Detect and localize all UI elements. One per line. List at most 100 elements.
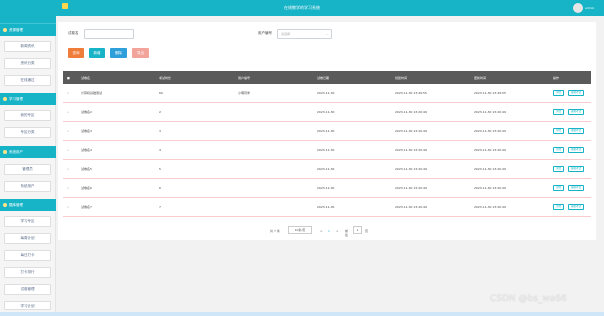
cell-duration: 2 bbox=[159, 110, 161, 114]
detail-button[interactable]: 详情 bbox=[553, 109, 564, 115]
edit-exam-button[interactable]: 编辑考试 bbox=[568, 109, 584, 115]
cell-created: 2023-11-30 13:20:49 bbox=[395, 148, 427, 152]
sidebar-item[interactable]: 每日打卡 bbox=[4, 250, 51, 261]
cell-name: 试卷名4 bbox=[81, 148, 92, 152]
row-checkbox[interactable]: ▫ bbox=[67, 148, 69, 152]
filter-name-label: 试卷名 bbox=[68, 31, 79, 35]
cell-updated: 2023-11-30 13:20:49 bbox=[474, 167, 506, 171]
cell-created: 2023-11-30 13:49:55 bbox=[395, 91, 427, 95]
cell-date: 2023-11-30 bbox=[317, 186, 335, 190]
table-row: ▫ 试卷名3 3 2023-11-30 2023-11-30 13:20:49 2023-… bbox=[63, 122, 591, 141]
cell-updated: 2023-11-30 13:20:49 bbox=[474, 129, 506, 133]
detail-button[interactable]: 详情 bbox=[553, 185, 564, 191]
sidebar-item[interactable]: 学习专区 bbox=[4, 216, 51, 227]
table-header: ■ 试卷名 考试时长 用户编号 试卷日期 创建时间 更新时间 操作 bbox=[63, 71, 591, 84]
edit-exam-button[interactable]: 编辑考试 bbox=[568, 166, 584, 172]
sidebar-item[interactable]: 系统用户 bbox=[4, 181, 51, 192]
table-row: ▫ 试卷名5 5 2023-11-30 2023-11-30 13:20:49 2023-… bbox=[63, 160, 591, 179]
bottom-scrollbar[interactable] bbox=[0, 312, 604, 316]
sidebar-item[interactable]: 管理员 bbox=[4, 164, 51, 175]
page-size-select[interactable]: 10条/页 bbox=[288, 226, 312, 234]
data-table: ■ 试卷名 考试时长 用户编号 试卷日期 创建时间 更新时间 操作 ▫ 计算机基础… bbox=[63, 71, 591, 217]
sidebar-item[interactable]: 每周计划 bbox=[4, 233, 51, 244]
sidebar: 我的桌面 资源管理 新闻资讯 资讯分类 在线通过 学习管理 我的专区 专区分类 … bbox=[0, 0, 56, 316]
row-checkbox[interactable]: ▫ bbox=[67, 205, 69, 209]
edit-exam-button[interactable]: 编辑考试 bbox=[568, 128, 584, 134]
cell-created: 2023-11-30 13:20:49 bbox=[395, 110, 427, 114]
avatar[interactable] bbox=[573, 3, 583, 13]
cell-updated: 2023-11-30 13:49:55 bbox=[474, 91, 506, 95]
detail-button[interactable]: 详情 bbox=[553, 128, 564, 134]
edit-exam-button[interactable]: 编辑考试 bbox=[568, 147, 584, 153]
table-body: ▫ 计算机基础测试 60 小明同学 2023-11-30 2023-11-30 13:49… bbox=[63, 84, 591, 217]
goto-label: 前往 bbox=[345, 229, 349, 237]
next-page-button[interactable]: > bbox=[336, 229, 339, 233]
edit-exam-button[interactable]: 编辑考试 bbox=[568, 185, 584, 191]
watermark: CSDN @bs_wa66 bbox=[490, 294, 567, 304]
app-title: 在线教学的学习系统 bbox=[284, 5, 320, 10]
table-row: ▫ 试卷名7 7 2023-11-30 2023-11-30 13:20:49 2023-… bbox=[63, 198, 591, 217]
cell-name: 试卷名6 bbox=[81, 186, 92, 190]
row-checkbox[interactable]: ▫ bbox=[67, 110, 69, 114]
folder-icon bbox=[3, 28, 7, 32]
detail-button[interactable]: 详情 bbox=[553, 147, 564, 153]
page-unit-label: 页 bbox=[365, 229, 369, 233]
export-button[interactable]: 导出 bbox=[132, 48, 149, 58]
list-icon bbox=[3, 203, 7, 207]
edit-exam-button[interactable]: 编辑考试 bbox=[568, 204, 584, 210]
cell-date: 2023-11-30 bbox=[317, 205, 335, 209]
sidebar-section-study[interactable]: 学习管理 bbox=[0, 93, 56, 105]
sidebar-item[interactable]: 打卡排行 bbox=[4, 267, 51, 278]
table-row: ▫ 计算机基础测试 60 小明同学 2023-11-30 2023-11-30 13:49… bbox=[63, 84, 591, 103]
sidebar-item[interactable]: 我的专区 bbox=[4, 110, 51, 121]
cell-date: 2023-11-30 bbox=[317, 91, 335, 95]
cell-created: 2023-11-30 13:20:49 bbox=[395, 129, 427, 133]
row-checkbox[interactable]: ▫ bbox=[67, 91, 69, 95]
cell-name: 试卷名5 bbox=[81, 167, 92, 171]
table-row: ▫ 试卷名2 2 2023-11-30 2023-11-30 13:20:49 2023-… bbox=[63, 103, 591, 122]
sidebar-section-resource[interactable]: 资源管理 bbox=[0, 24, 56, 36]
sidebar-item[interactable]: 学习计划 bbox=[4, 301, 51, 310]
search-button[interactable]: 查询 bbox=[68, 48, 84, 58]
username[interactable]: admin bbox=[585, 6, 594, 10]
name-input[interactable] bbox=[84, 29, 134, 39]
row-checkbox[interactable]: ▫ bbox=[67, 167, 69, 171]
user-select[interactable]: 请选择 ⌄ bbox=[277, 29, 332, 39]
cell-created: 2023-11-30 13:20:49 bbox=[395, 205, 427, 209]
row-checkbox[interactable]: ▫ bbox=[67, 129, 69, 133]
sidebar-section-users[interactable]: 系统用户 bbox=[0, 146, 56, 158]
cell-duration: 60 bbox=[159, 91, 163, 95]
delete-button[interactable]: 删除 bbox=[110, 48, 127, 58]
cell-name: 试卷名3 bbox=[81, 129, 92, 133]
detail-button[interactable]: 详情 bbox=[553, 90, 564, 96]
cell-date: 2023-11-30 bbox=[317, 110, 335, 114]
cell-updated: 2023-11-30 13:20:49 bbox=[474, 148, 506, 152]
edit-exam-button[interactable]: 编辑考试 bbox=[568, 90, 584, 96]
cell-created: 2023-11-30 13:20:49 bbox=[395, 167, 427, 171]
cell-updated: 2023-11-30 13:20:49 bbox=[474, 110, 506, 114]
user-icon bbox=[3, 150, 7, 154]
detail-button[interactable]: 详情 bbox=[553, 204, 564, 210]
select-all-checkbox[interactable]: ■ bbox=[67, 76, 70, 80]
filter-user-label: 用户编号 bbox=[258, 31, 272, 35]
prev-page-button[interactable]: < bbox=[320, 229, 323, 233]
cell-date: 2023-11-30 bbox=[317, 148, 335, 152]
cell-duration: 3 bbox=[159, 129, 161, 133]
sidebar-item[interactable]: 在线通过 bbox=[4, 75, 51, 86]
sidebar-item[interactable]: 资讯分类 bbox=[4, 58, 51, 69]
row-checkbox[interactable]: ▫ bbox=[67, 186, 69, 190]
chevron-down-icon: ⌄ bbox=[325, 32, 328, 36]
sidebar-item[interactable]: 新闻资讯 bbox=[4, 41, 51, 52]
goto-page-input[interactable]: 1 bbox=[353, 226, 362, 234]
cell-duration: 5 bbox=[159, 167, 161, 171]
page-number[interactable]: 1 bbox=[328, 229, 330, 233]
sidebar-section-quiz[interactable]: 题库管理 bbox=[0, 199, 56, 211]
cell-updated: 2023-11-30 13:20:49 bbox=[474, 186, 506, 190]
add-button[interactable]: 新增 bbox=[89, 48, 105, 58]
top-bar: 在线教学的学习系统 admin bbox=[0, 0, 604, 16]
detail-button[interactable]: 详情 bbox=[553, 166, 564, 172]
cell-date: 2023-11-30 bbox=[317, 167, 335, 171]
sidebar-item[interactable]: 专区分类 bbox=[4, 127, 51, 138]
cell-name: 试卷名7 bbox=[81, 205, 92, 209]
sidebar-item[interactable]: 试卷管理 bbox=[4, 284, 51, 295]
